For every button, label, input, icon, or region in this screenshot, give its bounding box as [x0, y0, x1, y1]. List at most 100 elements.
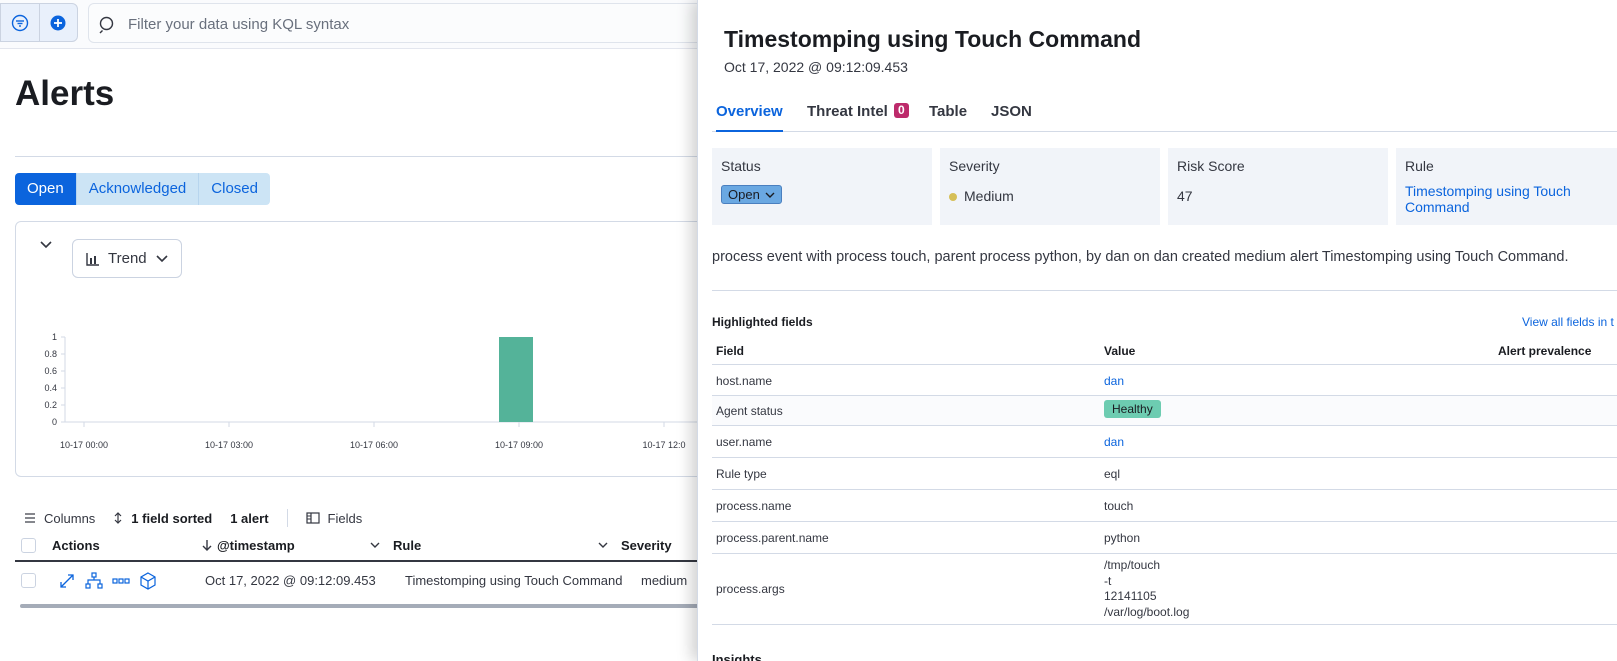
- plus-circle-icon: [50, 15, 66, 30]
- field-row: user.name dan: [712, 426, 1617, 458]
- table-icon: [305, 512, 320, 524]
- columns-button[interactable]: Columns: [24, 511, 95, 526]
- select-all-checkbox[interactable]: [21, 538, 36, 553]
- view-all-fields-link[interactable]: View all fields in t: [1522, 315, 1614, 329]
- sort-icon: [114, 512, 122, 524]
- sort-button[interactable]: 1 field sorted: [113, 511, 212, 526]
- page-title: Alerts: [15, 74, 115, 113]
- horizontal-scrollbar[interactable]: [20, 604, 720, 608]
- arrow-down-icon[interactable]: [201, 539, 213, 551]
- risk-score-card: Risk Score 47: [1168, 148, 1388, 225]
- expand-icon[interactable]: [59, 573, 75, 589]
- highlighted-fields-title: Highlighted fields: [712, 315, 813, 329]
- insights-heading: Insights: [712, 652, 762, 661]
- field-name: process.name: [716, 499, 792, 513]
- filter-closed-button[interactable]: Closed: [198, 173, 270, 205]
- y-tick-label: 0.6: [44, 366, 57, 376]
- field-name: Agent status: [716, 404, 783, 418]
- severity-dot-icon: [949, 193, 957, 201]
- row-rule: Timestomping using Touch Command: [405, 573, 623, 588]
- rule-link[interactable]: Timestomping using Touch Command: [1405, 183, 1595, 215]
- chevron-down-icon[interactable]: [597, 539, 609, 551]
- list-icon: [25, 513, 35, 523]
- actions-header: Actions: [52, 538, 100, 553]
- trend-chart: 1 0.8 0.6 0.4 0.2 0 10-17 00:00 10-17 03:00 10-1…: [44, 332, 734, 450]
- process-args-value: /tmp/touch -t 12141105 /var/log/boot.log: [1104, 558, 1189, 620]
- columns-label: Columns: [44, 510, 96, 526]
- field-name: process.args: [716, 582, 785, 596]
- alert-details-flyout: Timestomping using Touch Command Oct 17,…: [697, 0, 1617, 661]
- search-icon: [99, 16, 114, 34]
- field-row: process.parent.name python: [712, 522, 1617, 554]
- timestamp-header[interactable]: @timestamp: [217, 538, 295, 553]
- rule-header[interactable]: Rule: [393, 538, 421, 553]
- field-value-link[interactable]: dan: [1104, 435, 1124, 449]
- chevron-down-icon: [765, 192, 775, 198]
- process-arg: /var/log/boot.log: [1104, 604, 1190, 619]
- field-name: process.parent.name: [716, 531, 829, 545]
- divider: [712, 290, 1617, 291]
- chevron-down-icon[interactable]: [369, 539, 381, 551]
- flyout-tabs: Overview Threat Intel 0 Table JSON: [712, 103, 1617, 132]
- rule-card: Rule Timestomping using Touch Command: [1396, 148, 1617, 225]
- tab-overview[interactable]: Overview: [716, 103, 783, 132]
- table-row: Oct 17, 2022 @ 09:12:09.453 Timestomping…: [15, 562, 735, 600]
- kql-search-input[interactable]: Filter your data using KQL syntax: [88, 3, 768, 43]
- y-tick-label: 0.4: [44, 383, 57, 393]
- tab-table[interactable]: Table: [929, 103, 967, 132]
- x-tick-label: 10-17 00:00: [60, 440, 108, 450]
- x-tick-label: 10-17 06:00: [350, 440, 398, 450]
- row-checkbox[interactable]: [21, 573, 36, 588]
- table-header: Actions @timestamp Rule Severity: [15, 530, 735, 562]
- tab-json[interactable]: JSON: [991, 103, 1032, 132]
- trend-bar[interactable]: [499, 337, 533, 422]
- query-bar: Filter your data using KQL syntax: [0, 0, 768, 49]
- fields-button[interactable]: Fields: [305, 510, 363, 526]
- divider: [286, 509, 288, 527]
- tab-threat-intel[interactable]: Threat Intel 0: [807, 103, 909, 132]
- chevron-down-icon: [156, 254, 168, 262]
- trend-selector[interactable]: Trend: [72, 239, 182, 278]
- threat-intel-count-badge: 0: [894, 103, 909, 118]
- y-tick-label: 0.8: [44, 349, 57, 359]
- field-row: process.name touch: [712, 490, 1617, 522]
- field-name: user.name: [716, 435, 773, 449]
- saved-query-button[interactable]: [1, 4, 39, 41]
- field-row: process.args /tmp/touch -t 12141105 /var…: [712, 554, 1617, 625]
- row-timestamp: Oct 17, 2022 @ 09:12:09.453: [205, 573, 376, 588]
- agent-status-value: Healthy: [1104, 400, 1161, 418]
- healthy-badge: Healthy: [1104, 400, 1161, 418]
- severity-value: Medium: [964, 188, 1014, 204]
- alert-reason: process event with process touch, parent…: [712, 249, 1569, 265]
- chevron-down-icon: [40, 241, 52, 249]
- severity-header[interactable]: Severity: [621, 538, 672, 553]
- filter-menu-icon: [11, 14, 29, 31]
- x-tick-label: 10-17 12:0: [642, 440, 685, 450]
- field-value-link[interactable]: dan: [1104, 374, 1124, 388]
- collapse-panel-button[interactable]: [38, 237, 54, 258]
- tab-threat-intel-label: Threat Intel: [807, 103, 888, 120]
- fields-table-header: Field Value Alert prevalence: [712, 338, 1617, 365]
- filter-acknowledged-button[interactable]: Acknowledged: [75, 173, 199, 205]
- session-view-icon[interactable]: [140, 572, 156, 590]
- value-header: Value: [1104, 344, 1136, 358]
- fields-label: Fields: [327, 510, 363, 526]
- add-filter-button[interactable]: [38, 4, 77, 41]
- risk-score-label: Risk Score: [1177, 158, 1245, 174]
- trend-label: Trend: [108, 250, 147, 267]
- status-card: Status Open: [712, 148, 932, 225]
- status-filter-group: Open Acknowledged Closed: [15, 173, 270, 205]
- analyze-event-icon[interactable]: [85, 572, 103, 590]
- process-arg: 12141105: [1104, 589, 1157, 603]
- rule-label: Rule: [1405, 158, 1434, 174]
- filter-open-button[interactable]: Open: [15, 173, 76, 205]
- risk-score-value: 47: [1177, 188, 1193, 204]
- more-actions-icon[interactable]: [112, 573, 130, 589]
- field-value: python: [1104, 531, 1141, 545]
- alert-count-label: 1 alert: [230, 510, 269, 526]
- field-name: Rule type: [716, 467, 767, 481]
- severity-value-wrap: Medium: [949, 188, 1014, 204]
- status-dropdown[interactable]: Open: [721, 185, 782, 204]
- prevalence-header: Alert prevalence: [1498, 344, 1592, 358]
- status-value: Open: [728, 187, 760, 202]
